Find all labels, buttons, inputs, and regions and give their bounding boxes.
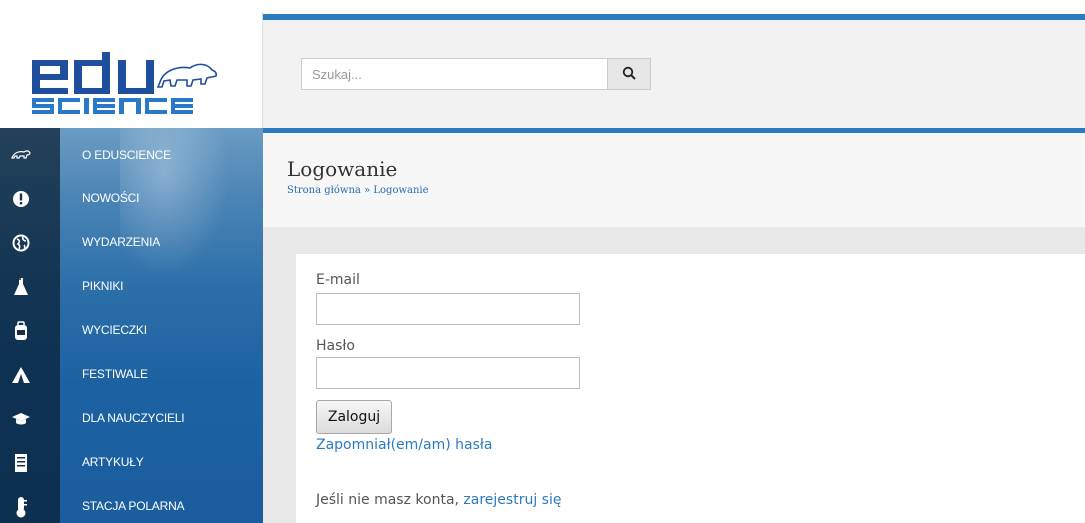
sidebar-item-label: WYCIECZKI (82, 323, 147, 337)
register-prompt: Jeśli nie masz konta, zarejestruj się (316, 492, 561, 508)
search-icon (622, 65, 636, 84)
password-field[interactable] (316, 357, 580, 389)
sidebar-item-wydarzenia[interactable]: WYDARZENIA (0, 220, 263, 264)
sidebar-item-label: ARTYKUŁY (82, 455, 144, 469)
logo-area (0, 12, 263, 128)
email-field[interactable] (316, 293, 580, 325)
sidebar-item-dla-nauczycieli[interactable]: DLA NAUCZYCIELI (0, 396, 263, 440)
backpack-icon (10, 320, 32, 342)
search-input[interactable] (301, 58, 607, 90)
breadcrumb-current-link[interactable]: Logowanie (373, 185, 428, 196)
sidebar-item-label: FESTIWALE (82, 367, 148, 381)
sidebar-item-pikniki[interactable]: PIKNIKI (0, 264, 263, 308)
sidebar-item-nowosci[interactable]: NOWOŚCI (0, 176, 263, 220)
page-title: Logowanie (287, 157, 398, 181)
breadcrumb-home-link[interactable]: Strona główna (287, 185, 361, 196)
document-icon (10, 452, 32, 474)
sidebar-item-label: STACJA POLARNA (82, 499, 185, 513)
register-link[interactable]: zarejestruj się (463, 492, 561, 508)
breadcrumb-separator: » (360, 185, 374, 196)
password-label: Hasło (316, 338, 355, 354)
sidebar-item-label: DLA NAUCZYCIELI (82, 411, 185, 425)
page-root: O EDUSCIENCE NOWOŚCI WYDARZENIA PIKNIKI (0, 0, 1085, 523)
sidebar-item-label: PIKNIKI (82, 279, 124, 293)
page-title-area: Logowanie Strona główna » Logowanie (263, 133, 1085, 227)
eduscience-logo[interactable] (30, 52, 242, 114)
sidebar-item-festiwale[interactable]: FESTIWALE (0, 352, 263, 396)
sidebar-item-label: NOWOŚCI (82, 191, 140, 205)
thermometer-icon (10, 496, 32, 518)
flask-icon (10, 276, 32, 298)
sidebar-item-label: WYDARZENIA (82, 235, 161, 249)
sidebar-nav: O EDUSCIENCE NOWOŚCI WYDARZENIA PIKNIKI (0, 128, 263, 523)
exclamation-icon (10, 188, 32, 210)
sidebar-item-artykuly[interactable]: ARTYKUŁY (0, 440, 263, 484)
sidebar-item-stacja-polarna[interactable]: STACJA POLARNA (0, 484, 263, 523)
login-button[interactable]: Zaloguj (316, 400, 392, 434)
header-bar (263, 20, 1085, 128)
sidebar-item-wycieczki[interactable]: WYCIECZKI (0, 308, 263, 352)
login-form: E-mail Hasło Zaloguj Zapomniał(em/am) ha… (296, 254, 1085, 523)
register-prompt-text: Jeśli nie masz konta, (316, 492, 464, 508)
globe-icon (10, 232, 32, 254)
graduation-cap-icon (10, 408, 32, 430)
polar-bear-icon (10, 144, 32, 166)
tent-icon (10, 364, 32, 386)
search-button[interactable] (607, 58, 651, 90)
forgot-password-link[interactable]: Zapomniał(em/am) hasła (316, 437, 492, 453)
breadcrumb: Strona główna » Logowanie (287, 185, 429, 196)
email-label: E-mail (316, 272, 360, 288)
